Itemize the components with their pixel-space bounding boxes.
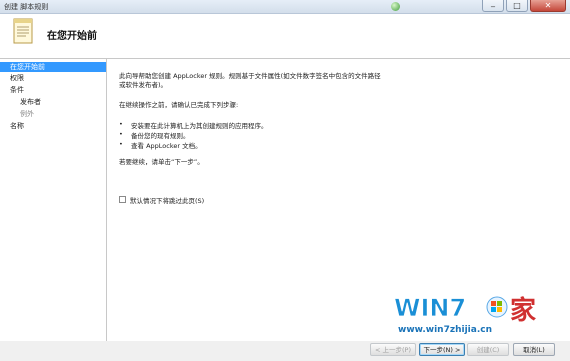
- next-button[interactable]: 下一步(N) >: [419, 343, 465, 356]
- nav-step-permissions[interactable]: 权限: [0, 73, 106, 83]
- bullet-item: 安装要在此计算机上为其创建规则的应用程序。: [131, 122, 268, 130]
- document-icon: [13, 18, 33, 44]
- wizard-footer: < 上一步(P) 下一步(N) > 创建(C) 取消(L): [0, 341, 570, 361]
- maximize-button[interactable]: □: [506, 0, 528, 12]
- bullet-dot: •: [119, 130, 123, 138]
- window-titlebar: 创建 脚本规则 _ □ ✕: [0, 0, 570, 14]
- intro-text-line1: 此向导帮助您创建 AppLocker 规则。规则基于文件属性(如文件数字签名中包…: [119, 72, 381, 80]
- bullet-item: 备份您的现有规则。: [131, 132, 190, 140]
- page-title: 在您开始前: [47, 31, 97, 42]
- continue-hint-text: 若要继续，请单击“下一步”。: [119, 158, 204, 166]
- nav-step-publisher[interactable]: 发布者: [0, 97, 106, 107]
- before-continue-text: 在继续操作之前，请确认已完成下列步骤:: [119, 101, 239, 109]
- intro-text-line2: 或软件发布者)。: [119, 81, 168, 89]
- skip-page-checkbox-label[interactable]: 默认情况下将跳过此页(S): [130, 195, 204, 205]
- window-controls: _ □ ✕: [482, 0, 566, 12]
- bullet-item: 查看 AppLocker 文档。: [131, 142, 202, 150]
- window-title: 创建 脚本规则: [4, 3, 49, 11]
- win7zhijia-watermark-logo: WIN7 家 www.win7zhijia.cn: [394, 294, 536, 335]
- wizard-step-nav: 在您开始前 权限 条件 发布者 例外 名称: [0, 59, 107, 341]
- watermark-url: www.win7zhijia.cn: [398, 325, 492, 335]
- nav-step-name[interactable]: 名称: [0, 121, 106, 131]
- watermark-brand-suffix: 家: [510, 295, 536, 326]
- minimize-button[interactable]: _: [482, 0, 504, 12]
- watermark-brand: WIN7: [394, 294, 466, 322]
- skip-page-checkbox[interactable]: [119, 196, 126, 203]
- bullet-dot: •: [119, 120, 123, 128]
- close-button[interactable]: ✕: [530, 0, 566, 12]
- wizard-header: 在您开始前: [0, 14, 570, 59]
- cancel-button[interactable]: 取消(L): [513, 343, 555, 356]
- nav-step-before-you-begin[interactable]: 在您开始前: [0, 62, 106, 72]
- back-button[interactable]: < 上一步(P): [370, 343, 416, 356]
- bullet-dot: •: [119, 140, 123, 148]
- status-orb-icon: [391, 2, 400, 11]
- create-button[interactable]: 创建(C): [467, 343, 509, 356]
- nav-step-conditions[interactable]: 条件: [0, 85, 106, 95]
- nav-step-exceptions[interactable]: 例外: [0, 109, 106, 119]
